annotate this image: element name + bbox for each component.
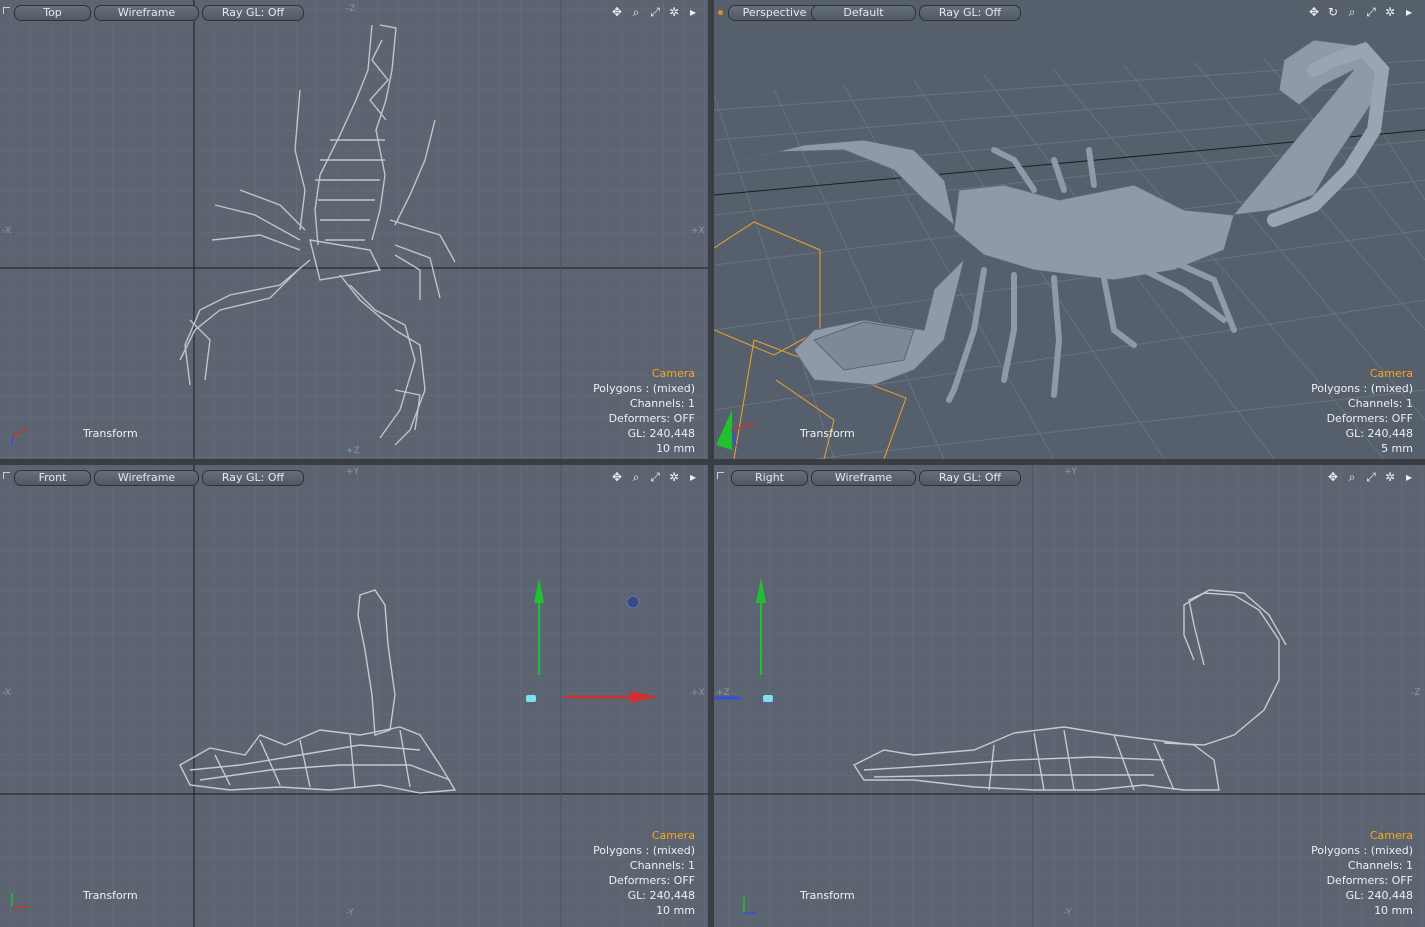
channels-label: Channels: 1 [629, 397, 695, 410]
viewport-tools: ✥ ⌕ ⤢ ✲ ▸ [1325, 469, 1417, 485]
viewport-corner-handle[interactable] [3, 472, 10, 479]
axis-label-right: +X [691, 226, 705, 236]
camera-label: Camera [1369, 829, 1413, 842]
raygl-button[interactable]: Ray GL: Off [919, 5, 1021, 21]
axis-label-top: -Z [346, 4, 356, 14]
scorpion-shaded-perspective [743, 39, 1390, 403]
menu-arrow-icon[interactable]: ▸ [1401, 4, 1417, 20]
fit-view-icon[interactable]: ⤢ [1363, 469, 1379, 485]
viewport-header: Perspective Default Ray GL: Off ✥ ↻ ⌕ ⤢ … [714, 0, 1425, 22]
viewport-top[interactable]: Top Wireframe Ray GL: Off ✥ ⌕ ⤢ ✲ ▸ -Z +… [0, 0, 708, 459]
settings-gear-icon[interactable]: ✲ [1382, 469, 1398, 485]
menu-arrow-icon[interactable]: ▸ [1401, 469, 1417, 485]
axis-label-left: -X [2, 226, 11, 236]
move-view-icon[interactable]: ✥ [609, 4, 625, 20]
channels-label: Channels: 1 [1347, 397, 1413, 410]
viewport-layout: Top Wireframe Ray GL: Off ✥ ⌕ ⤢ ✲ ▸ -Z +… [0, 0, 1425, 927]
viewport-info: Camera Polygons : (mixed) Channels: 1 De… [1311, 828, 1413, 918]
fit-view-icon[interactable]: ⤢ [647, 4, 663, 20]
viewport-info: Camera Polygons : (mixed) Channels: 1 De… [593, 366, 695, 456]
transform-label: Transform [83, 889, 138, 902]
scale-label: 10 mm [656, 442, 695, 455]
deformers-label: Deformers: OFF [1326, 412, 1413, 425]
camera-label: Camera [1369, 367, 1413, 380]
raygl-button[interactable]: Ray GL: Off [202, 470, 304, 486]
settings-gear-icon[interactable]: ✲ [666, 4, 682, 20]
menu-arrow-icon[interactable]: ▸ [685, 469, 701, 485]
deformers-label: Deformers: OFF [1326, 874, 1413, 887]
gl-label: GL: 240,448 [627, 889, 695, 902]
transform-label: Transform [800, 427, 855, 440]
camera-label: Camera [651, 829, 695, 842]
zoom-view-icon[interactable]: ⌕ [628, 469, 644, 485]
zoom-view-icon[interactable]: ⌕ [1344, 469, 1360, 485]
transform-label: Transform [800, 889, 855, 902]
move-view-icon[interactable]: ✥ [1325, 469, 1341, 485]
shading-mode-button[interactable]: Wireframe [811, 470, 916, 486]
viewport-corner-handle[interactable] [717, 472, 724, 479]
viewport-right[interactable]: Right Wireframe Ray GL: Off ✥ ⌕ ⤢ ✲ ▸ +Y… [714, 465, 1425, 927]
menu-arrow-icon[interactable]: ▸ [685, 4, 701, 20]
raygl-button[interactable]: Ray GL: Off [202, 5, 304, 21]
axis-label-bottom: -Y [1064, 908, 1072, 918]
axis-label-top: +Y [346, 467, 360, 477]
view-type-button[interactable]: Right [731, 470, 808, 486]
axis-label-left: -X [2, 688, 11, 698]
viewport-corner-handle[interactable] [3, 7, 10, 14]
view-type-button[interactable]: Perspective [728, 5, 821, 21]
gl-label: GL: 240,448 [1345, 427, 1413, 440]
axis-gizmo-persp [716, 410, 755, 450]
move-view-icon[interactable]: ✥ [1306, 4, 1322, 20]
settings-gear-icon[interactable]: ✲ [1382, 4, 1398, 20]
polygons-label: Polygons : (mixed) [593, 844, 695, 857]
rotate-view-icon[interactable]: ↻ [1325, 4, 1341, 20]
viewport-tools: ✥ ⌕ ⤢ ✲ ▸ [609, 4, 701, 20]
shading-mode-button[interactable]: Default [811, 5, 916, 21]
axis-label-left: +Z [716, 688, 730, 698]
axis-label-bottom: -Y [346, 908, 354, 918]
axis-label-right: +X [691, 688, 705, 698]
settings-gear-icon[interactable]: ✲ [666, 469, 682, 485]
polygons-label: Polygons : (mixed) [593, 382, 695, 395]
fit-view-icon[interactable]: ⤢ [647, 469, 663, 485]
view-type-button[interactable]: Front [14, 470, 91, 486]
viewport-front[interactable]: Front Wireframe Ray GL: Off ✥ ⌕ ⤢ ✲ ▸ +Y… [0, 465, 708, 927]
viewport-active-indicator[interactable] [718, 10, 723, 15]
viewport-splitter-horizontal[interactable] [0, 459, 1425, 465]
zoom-view-icon[interactable]: ⌕ [628, 4, 644, 20]
deformers-label: Deformers: OFF [608, 874, 695, 887]
move-view-icon[interactable]: ✥ [609, 469, 625, 485]
fit-view-icon[interactable]: ⤢ [1363, 4, 1379, 20]
viewport-tools: ✥ ⌕ ⤢ ✲ ▸ [609, 469, 701, 485]
channels-label: Channels: 1 [1347, 859, 1413, 872]
viewport-info: Camera Polygons : (mixed) Channels: 1 De… [1311, 366, 1413, 456]
shading-mode-button[interactable]: Wireframe [94, 5, 199, 21]
axis-label-bottom: +Z [346, 446, 360, 456]
viewport-tools: ✥ ↻ ⌕ ⤢ ✲ ▸ [1306, 4, 1417, 20]
transform-label: Transform [83, 427, 138, 440]
camera-label: Camera [651, 367, 695, 380]
gl-label: GL: 240,448 [627, 427, 695, 440]
zoom-view-icon[interactable]: ⌕ [1344, 4, 1360, 20]
gl-label: GL: 240,448 [1345, 889, 1413, 902]
scale-label: 10 mm [656, 904, 695, 917]
polygons-label: Polygons : (mixed) [1311, 844, 1413, 857]
raygl-button[interactable]: Ray GL: Off [919, 470, 1021, 486]
axis-label-top: +Y [1064, 467, 1078, 477]
view-type-button[interactable]: Top [14, 5, 91, 21]
scale-label: 10 mm [1374, 904, 1413, 917]
scale-label: 5 mm [1381, 442, 1413, 455]
viewport-info: Camera Polygons : (mixed) Channels: 1 De… [593, 828, 695, 918]
viewport-perspective[interactable]: Perspective Default Ray GL: Off ✥ ↻ ⌕ ⤢ … [714, 0, 1425, 459]
deformers-label: Deformers: OFF [608, 412, 695, 425]
polygons-label: Polygons : (mixed) [1311, 382, 1413, 395]
axis-label-right: -Z [1411, 688, 1421, 698]
shading-mode-button[interactable]: Wireframe [94, 470, 199, 486]
channels-label: Channels: 1 [629, 859, 695, 872]
